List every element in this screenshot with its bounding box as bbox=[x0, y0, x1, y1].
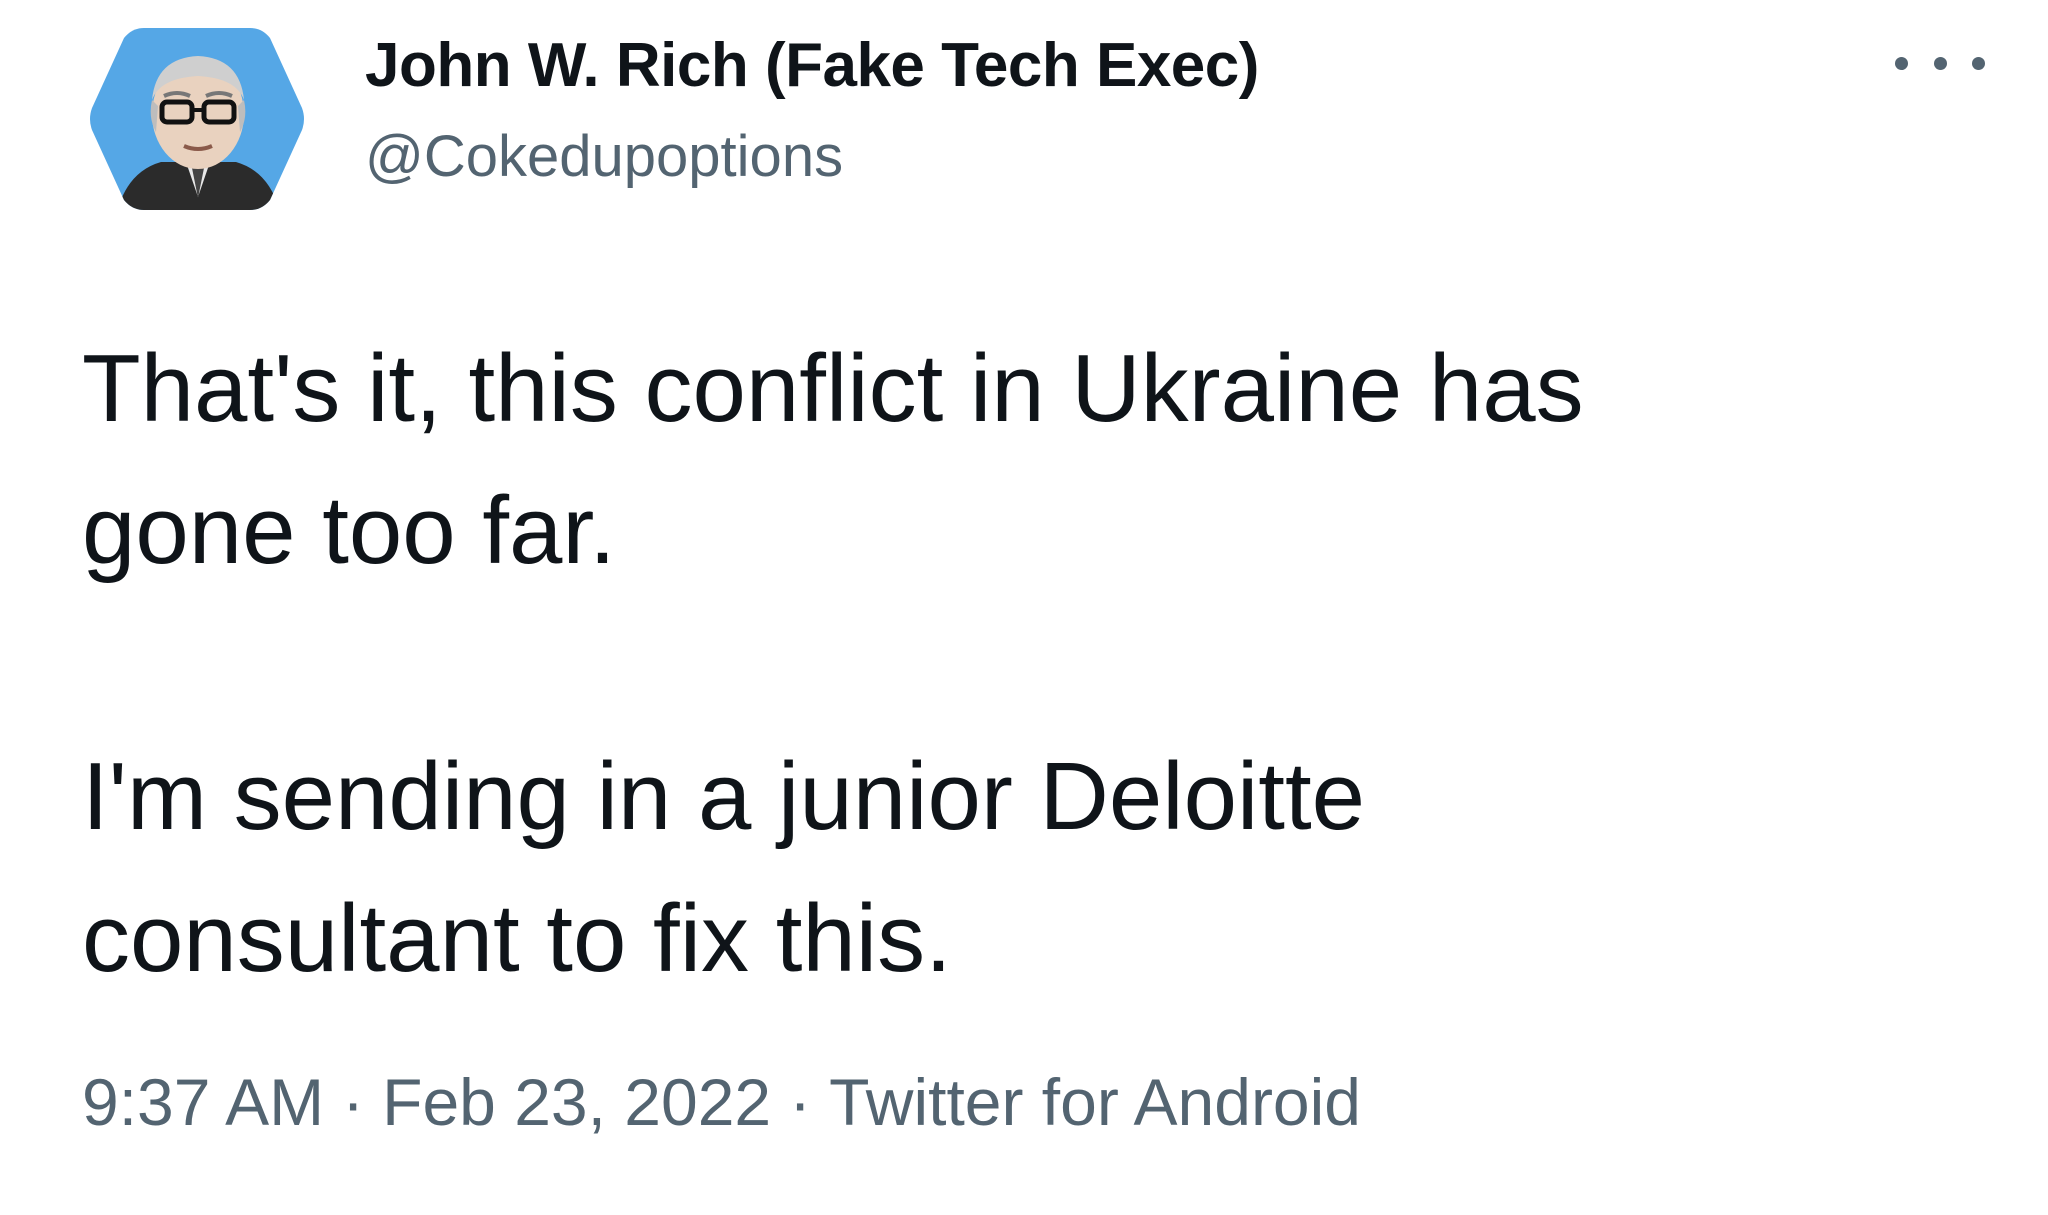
author-display-name[interactable]: John W. Rich (Fake Tech Exec) bbox=[365, 30, 1259, 101]
tweet-text-line: gone too far. bbox=[82, 477, 616, 584]
tweet-text-line: That's it, this conflict in Ukraine has bbox=[82, 335, 1584, 442]
tweet-metadata: 9:37 AM · Feb 23, 2022 · Twitter for Android bbox=[82, 1064, 1361, 1140]
author-handle[interactable]: @Cokedupoptions bbox=[365, 123, 843, 190]
tweet-text-line: consultant to fix this. bbox=[82, 885, 952, 992]
tweet-source-link[interactable]: Twitter for Android bbox=[829, 1065, 1361, 1139]
ellipsis-icon bbox=[1895, 56, 1908, 70]
tweet-text-line: I'm sending in a junior Deloitte bbox=[82, 743, 1366, 850]
avatar-icon bbox=[90, 28, 304, 210]
tweet-time[interactable]: 9:37 AM bbox=[82, 1065, 324, 1139]
tweet-card: John W. Rich (Fake Tech Exec) @Cokedupop… bbox=[0, 0, 2048, 1215]
ellipsis-icon-dot bbox=[1933, 56, 1947, 70]
more-options-button[interactable] bbox=[1895, 38, 1985, 88]
ellipsis-icon-dot bbox=[1972, 56, 1985, 70]
meta-separator: · bbox=[789, 1065, 812, 1139]
profile-avatar[interactable] bbox=[86, 22, 308, 216]
meta-separator: · bbox=[342, 1065, 365, 1139]
tweet-date[interactable]: Feb 23, 2022 bbox=[382, 1065, 771, 1139]
tweet-text: That's it, this conflict in Ukraine has … bbox=[82, 318, 1982, 1010]
